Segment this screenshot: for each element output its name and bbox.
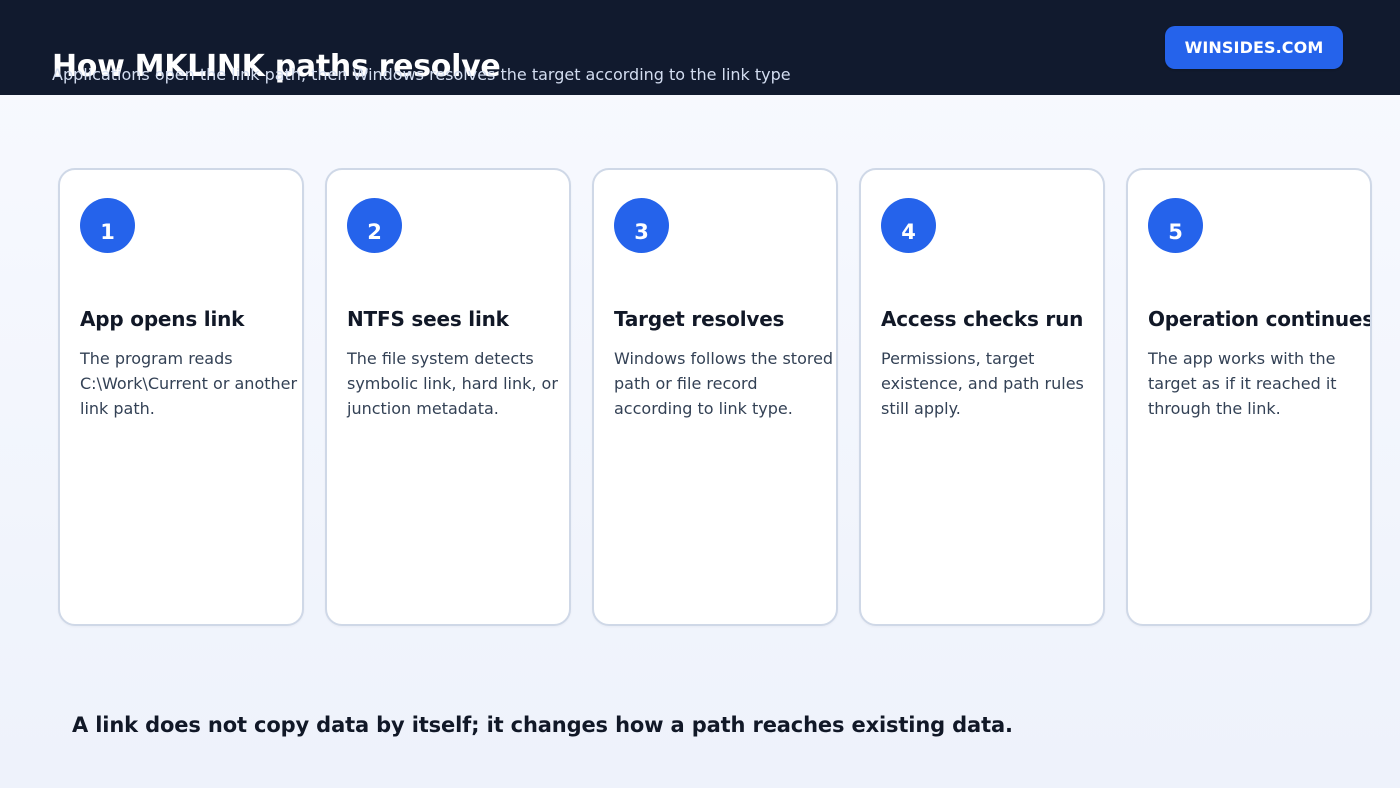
step-title: Access checks run xyxy=(881,306,1084,331)
step-card-2: 2 NTFS sees link The file system detects… xyxy=(325,168,571,626)
step-number-badge: 1 xyxy=(80,198,135,253)
step-description: The app works with the target as if it r… xyxy=(1148,349,1337,418)
step-number-badge: 2 xyxy=(347,198,402,253)
step-description: The program reads C:\Work\Current or ano… xyxy=(80,349,298,418)
brand-badge: WINSIDES.COM xyxy=(1165,26,1343,69)
process-steps: 1 App opens link The program reads C:\Wo… xyxy=(58,168,1373,626)
step-number-badge: 5 xyxy=(1148,198,1203,253)
footer-note: A link does not copy data by itself; it … xyxy=(72,713,1013,737)
step-card-3: 3 Target resolves Windows follows the st… xyxy=(592,168,838,626)
step-title: NTFS sees link xyxy=(347,306,509,331)
step-title: App opens link xyxy=(80,306,245,331)
step-card-1: 1 App opens link The program reads C:\Wo… xyxy=(58,168,304,626)
header-bar: How MKLINK paths resolve Applications op… xyxy=(0,0,1400,95)
step-title: Operation continues xyxy=(1148,306,1372,331)
step-card-5: 5 Operation continues The app works with… xyxy=(1126,168,1372,626)
step-description: The file system detects symbolic link, h… xyxy=(347,349,558,418)
step-title: Target resolves xyxy=(614,306,785,331)
step-card-4: 4 Access checks run Permissions, target … xyxy=(859,168,1105,626)
step-number-badge: 3 xyxy=(614,198,669,253)
step-description: Permissions, target existence, and path … xyxy=(881,349,1084,418)
page-subtitle: Applications open the link path, then Wi… xyxy=(52,65,791,84)
step-number-badge: 4 xyxy=(881,198,936,253)
step-description: Windows follows the stored path or file … xyxy=(614,349,834,418)
